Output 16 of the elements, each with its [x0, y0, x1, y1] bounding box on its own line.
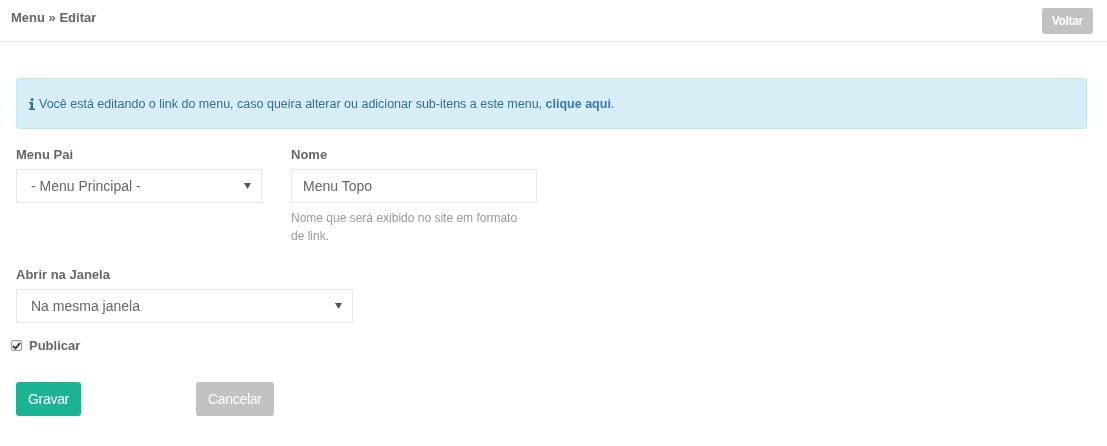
field-label: Abrir na Janela	[16, 267, 111, 282]
field-label: Nome	[291, 147, 329, 162]
caret-icon	[335, 303, 342, 309]
field-label: Menu Pai	[16, 147, 75, 162]
caret-icon	[244, 183, 251, 189]
select-field[interactable]: - Menu Principal -	[16, 169, 262, 203]
breadcrumb: Menu » Editar	[11, 10, 97, 25]
save-button[interactable]: Gravar	[16, 382, 81, 416]
input-field[interactable]: Menu Topo	[291, 169, 537, 203]
info-icon	[29, 97, 35, 110]
checkbox[interactable]	[11, 340, 22, 351]
alert-text: Você está editando o link do menu, caso queira alterar ou adicionar sub-itens a este menu, clique aqui.	[39, 96, 615, 111]
link[interactable]: clique aqui	[545, 96, 611, 111]
help-text: Nome que será exibido no site em formato de link.	[291, 210, 519, 245]
checkbox-label: Publicar	[29, 338, 81, 353]
select-field[interactable]: Na mesma janela	[16, 289, 353, 323]
